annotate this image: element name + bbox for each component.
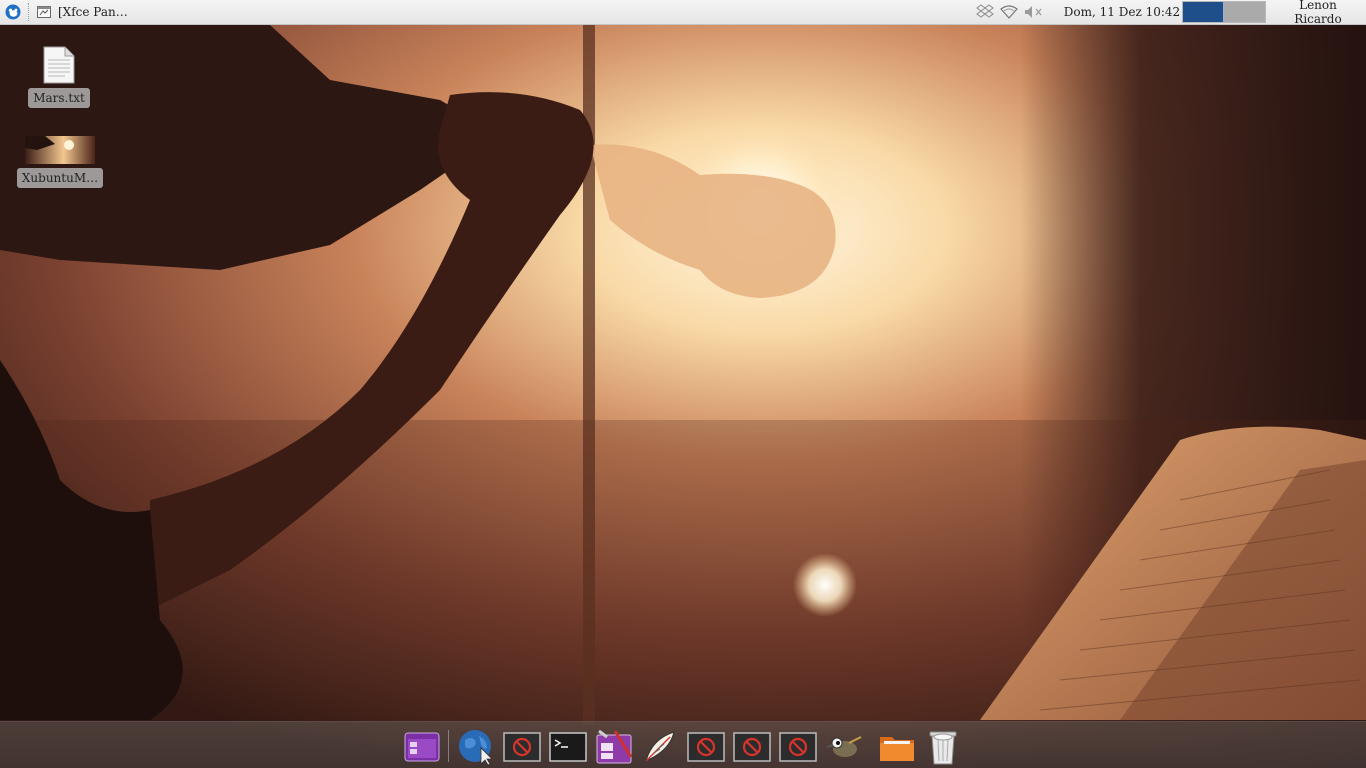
desktop-icon-mars-txt[interactable]: Mars.txt	[28, 46, 90, 108]
dock-item-missing-app-3[interactable]	[733, 728, 771, 766]
window-icon	[37, 6, 51, 18]
no-entry-icon	[503, 732, 541, 762]
desktop-wallpaper	[0, 0, 1366, 768]
dock-item-file-manager[interactable]	[878, 728, 916, 766]
volume-muted-icon[interactable]	[1024, 5, 1044, 19]
globe-icon	[459, 730, 493, 766]
dock-item-missing-app-4[interactable]	[779, 728, 817, 766]
wifi-icon[interactable]	[1000, 5, 1018, 19]
clock[interactable]: Dom, 11 Dez 10:42	[1062, 5, 1182, 19]
dock-item-application-launcher[interactable]	[403, 728, 441, 766]
user-menu[interactable]: Lenon Ricardo	[1274, 0, 1366, 26]
panel-separator	[28, 3, 29, 21]
dock-separator	[448, 730, 449, 762]
dock-item-gimp[interactable]	[825, 728, 863, 766]
terminal-icon	[549, 732, 587, 762]
applications-menu-button[interactable]	[0, 0, 26, 24]
gimp-icon	[826, 736, 862, 757]
xfce-mouse-icon	[5, 4, 21, 20]
top-panel: [Xfce Pan… Dom, 11 Dez 10:42 Lenon Ricar…	[0, 0, 1366, 26]
trash-icon	[929, 731, 957, 765]
text-file-icon	[43, 46, 75, 84]
dock-item-missing-app-2[interactable]	[687, 728, 725, 766]
dock-item-web-browser[interactable]	[457, 728, 495, 766]
settings-window-icon	[596, 729, 633, 764]
system-tray	[976, 4, 1044, 20]
workspace-1[interactable]	[1183, 2, 1224, 22]
taskbar-button-label: [Xfce Pan…	[58, 5, 128, 19]
dock-item-terminal[interactable]	[549, 728, 587, 766]
dropbox-icon[interactable]	[976, 4, 994, 20]
dock-item-trash[interactable]	[924, 728, 962, 766]
no-entry-icon	[733, 732, 771, 762]
desktop-icon-xubuntu-image[interactable]: XubuntuM…	[16, 136, 104, 188]
dock-item-settings-manager[interactable]	[595, 728, 633, 766]
quill-icon	[645, 731, 675, 762]
taskbar-button[interactable]: [Xfce Pan…	[35, 0, 134, 24]
dock	[0, 721, 1366, 768]
workspace-switcher	[1182, 1, 1266, 23]
purple-window-icon	[404, 732, 440, 762]
desktop-icon-label: XubuntuM…	[16, 168, 104, 188]
workspace-2[interactable]	[1224, 2, 1265, 22]
folder-icon	[880, 737, 914, 761]
no-entry-icon	[779, 732, 817, 762]
dock-item-mail-client[interactable]	[641, 728, 679, 766]
no-entry-icon	[687, 732, 725, 762]
dock-item-missing-app-1[interactable]	[503, 728, 541, 766]
desktop-icon-label: Mars.txt	[28, 88, 90, 108]
image-thumbnail-icon	[25, 136, 95, 164]
